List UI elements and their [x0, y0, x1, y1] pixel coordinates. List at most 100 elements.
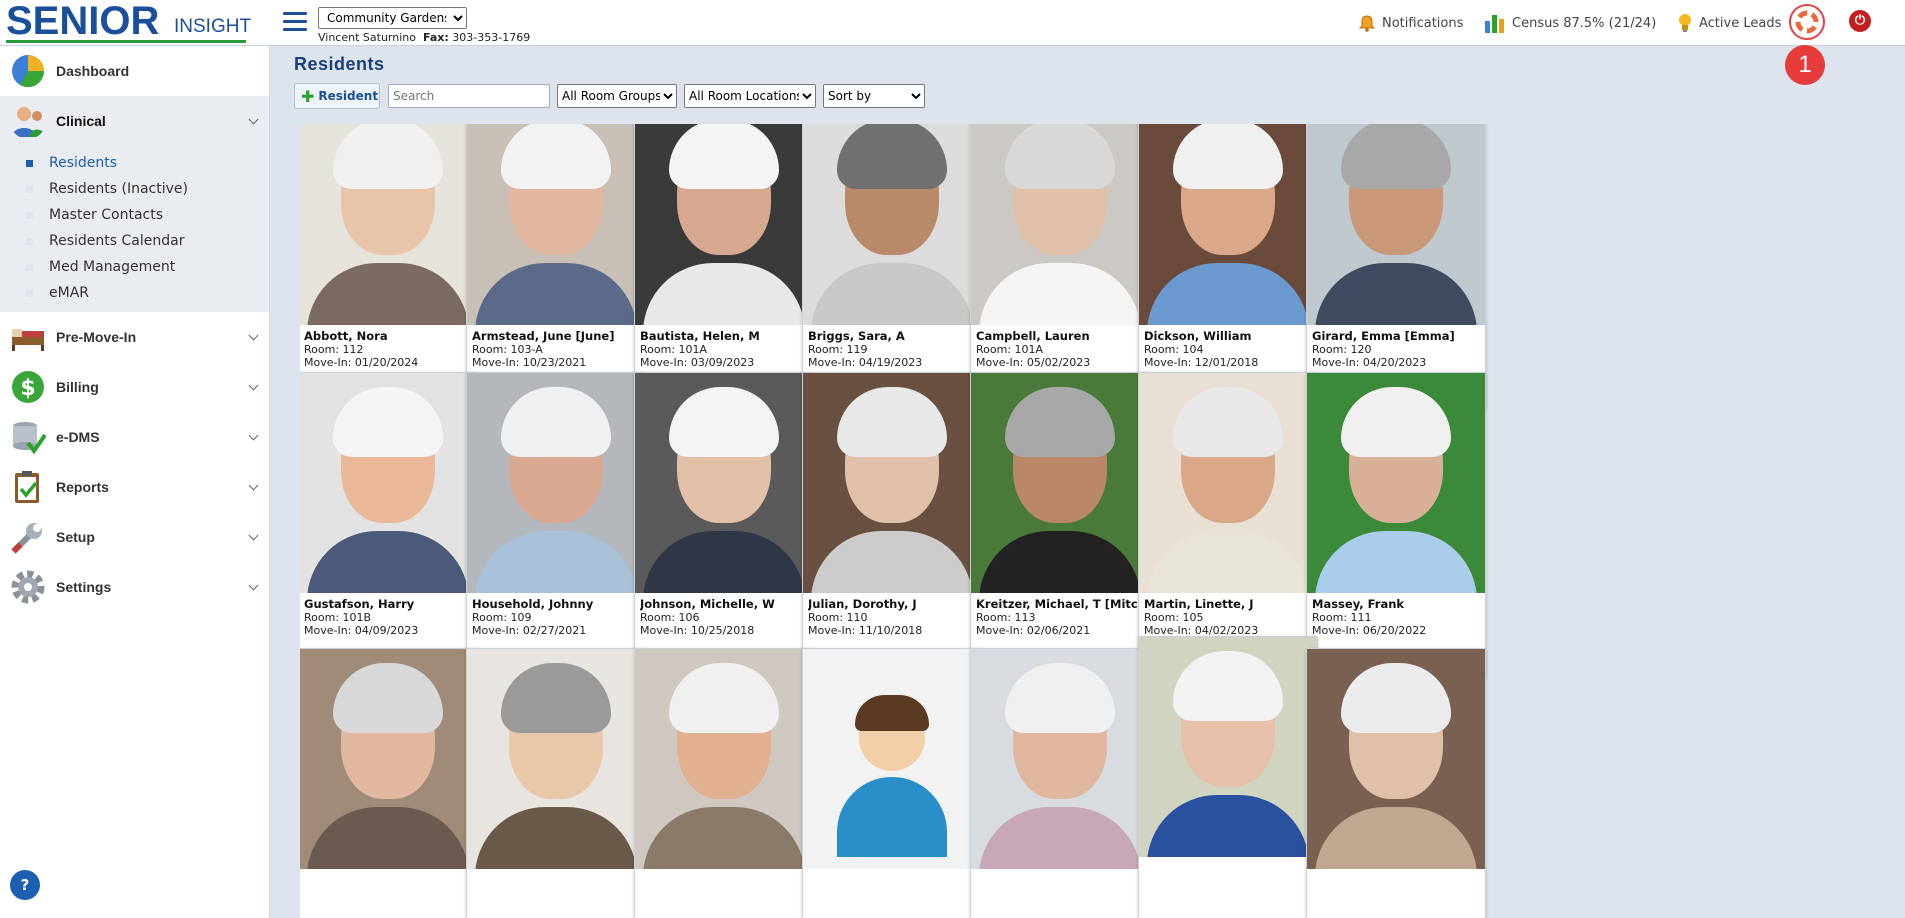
census-label: Census 87.5% (21/24): [1512, 15, 1657, 31]
sidebar-subitem-residents-inactive[interactable]: Residents (Inactive): [0, 176, 269, 202]
resident-info: Johnson, Michelle, W Room: 106 Move-In: 10…: [640, 597, 810, 637]
resident-card[interactable]: Kreitzer, Michael, T [Mitch] Room: 113 Mov…: [970, 372, 1150, 678]
resident-photo[interactable]: [1139, 124, 1317, 325]
sidebar-item-setup[interactable]: Setup: [0, 512, 269, 562]
resident-photo[interactable]: [467, 124, 645, 325]
sidebar-item-clinical[interactable]: Clinical: [0, 96, 269, 146]
chevron-down-icon: [248, 480, 259, 491]
sidebar-subitem-master-contacts[interactable]: Master Contacts: [0, 202, 269, 228]
resident-card[interactable]: Abbott, Nora Room: 112 Move-In: 01/20/2024: [300, 124, 478, 410]
resident-room: Room: 106: [640, 611, 700, 624]
search-input[interactable]: [388, 84, 550, 108]
residents-grid: Abbott, Nora Room: 112 Move-In: 01/20/2024…: [300, 124, 1720, 918]
resident-card[interactable]: Massey, Frank Room: 111 Move-In: 06/20/202…: [1306, 372, 1486, 678]
resident-card[interactable]: [802, 648, 982, 918]
resident-photo[interactable]: [1139, 637, 1317, 857]
sidebar-subitem-emar[interactable]: eMAR: [0, 280, 269, 306]
resident-name[interactable]: Kreitzer, Michael, T [Mitch]: [976, 597, 1146, 611]
resident-name[interactable]: Dickson, William: [1144, 329, 1314, 343]
resident-photo[interactable]: [971, 373, 1149, 593]
sidebar-subitem-residents-calendar[interactable]: Residents Calendar: [0, 228, 269, 254]
resident-room: Room: 101B: [304, 611, 372, 624]
resident-card[interactable]: [466, 648, 646, 918]
resident-name[interactable]: Household, Johnny: [472, 597, 642, 611]
resident-card[interactable]: [634, 648, 814, 918]
resident-photo[interactable]: [1139, 373, 1317, 593]
resident-photo[interactable]: [1307, 649, 1485, 869]
placeholder-avatar[interactable]: [803, 649, 981, 869]
resident-photo[interactable]: [803, 124, 981, 325]
resident-card[interactable]: [970, 648, 1150, 918]
sidebar-item-reports[interactable]: Reports: [0, 462, 269, 512]
resident-name[interactable]: Massey, Frank: [1312, 597, 1482, 611]
clipboard-check-icon: [15, 471, 39, 503]
active-leads-label: Active Leads: [1699, 15, 1782, 31]
resident-photo[interactable]: [467, 373, 645, 593]
add-resident-label: Resident: [318, 89, 379, 103]
resident-photo[interactable]: [300, 649, 477, 869]
resident-card[interactable]: [1138, 636, 1318, 918]
resident-name[interactable]: Martin, Linette, J: [1144, 597, 1314, 611]
resident-card[interactable]: [300, 648, 478, 918]
resident-photo[interactable]: [1307, 373, 1485, 593]
resident-name[interactable]: Johnson, Michelle, W: [640, 597, 810, 611]
sidebar-item-e-dms[interactable]: e-DMS: [0, 412, 269, 462]
resident-photo[interactable]: [300, 124, 477, 325]
resident-photo[interactable]: [635, 124, 813, 325]
resident-room: Room: 112: [304, 343, 364, 356]
resident-card[interactable]: Bautista, Helen, M Room: 101A Move-In: 03/…: [634, 124, 814, 410]
resident-photo[interactable]: [971, 649, 1149, 869]
resident-name[interactable]: Briggs, Sara, A: [808, 329, 978, 343]
resident-move-in: Move-In: 01/20/2024: [304, 356, 419, 369]
resident-card[interactable]: Johnson, Michelle, W Room: 106 Move-In: 10…: [634, 372, 814, 678]
resident-room: Room: 101A: [640, 343, 708, 356]
resident-name[interactable]: Abbott, Nora: [304, 329, 474, 343]
resident-card[interactable]: Armstead, June [June] Room: 103-A Move-In:…: [466, 124, 646, 410]
resident-photo[interactable]: [467, 649, 645, 869]
resident-card[interactable]: Dickson, William Room: 104 Move-In: 12/01/…: [1138, 124, 1318, 410]
sidebar-item-dashboard[interactable]: Dashboard: [0, 46, 269, 96]
resident-photo[interactable]: [803, 373, 981, 593]
resident-photo[interactable]: [1307, 124, 1485, 325]
room-groups-select[interactable]: All Room Groups: [557, 84, 677, 108]
sidebar-item-settings[interactable]: Settings: [0, 562, 269, 612]
logout-power-icon[interactable]: ⏻: [1849, 10, 1871, 32]
resident-name[interactable]: Girard, Emma [Emma]: [1312, 329, 1482, 343]
resident-photo[interactable]: [971, 124, 1149, 325]
resident-card[interactable]: Briggs, Sara, A Room: 119 Move-In: 04/19/2…: [802, 124, 982, 410]
resident-card[interactable]: Gustafson, Harry Room: 101B Move-In: 04/09…: [300, 372, 478, 678]
user-name: Vincent Saturnino: [318, 31, 416, 44]
resident-card[interactable]: [1306, 648, 1486, 918]
add-resident-button[interactable]: ✚ Resident: [294, 83, 380, 109]
sidebar-subitem-med-management[interactable]: Med Management: [0, 254, 269, 280]
room-locations-select[interactable]: All Room Locations: [684, 84, 816, 108]
resident-card[interactable]: Julian, Dorothy, J Room: 110 Move-In: 11/1…: [802, 372, 982, 678]
chevron-down-icon: [248, 114, 259, 125]
resident-photo[interactable]: [635, 649, 813, 869]
resident-name[interactable]: Armstead, June [June]: [472, 329, 642, 343]
active-leads-link[interactable]: Active Leads: [1677, 12, 1781, 34]
help-question-icon[interactable]: ?: [10, 870, 40, 900]
resident-card[interactable]: Campbell, Lauren Room: 101A Move-In: 05/02…: [970, 124, 1150, 410]
resident-name[interactable]: Gustafson, Harry: [304, 597, 474, 611]
hamburger-menu-icon[interactable]: [283, 12, 307, 32]
resident-photo[interactable]: [635, 373, 813, 593]
sidebar-subitem-residents[interactable]: Residents: [0, 150, 269, 176]
resident-card[interactable]: Martin, Linette, J Room: 105 Move-In: 04/0…: [1138, 372, 1318, 678]
notifications-link[interactable]: Notifications: [1358, 12, 1463, 34]
community-select[interactable]: Community Gardens: [318, 7, 467, 29]
resident-name[interactable]: Julian, Dorothy, J: [808, 597, 978, 611]
subitem-label: Med Management: [49, 259, 176, 275]
resident-photo[interactable]: [300, 373, 477, 593]
sidebar-item-billing[interactable]: $ Billing: [0, 362, 269, 412]
help-lifebuoy-icon[interactable]: [1789, 4, 1825, 40]
census-link[interactable]: Census 87.5% (21/24): [1484, 12, 1656, 34]
resident-name[interactable]: Campbell, Lauren: [976, 329, 1146, 343]
resident-name[interactable]: Bautista, Helen, M: [640, 329, 810, 343]
resident-card[interactable]: Household, Johnny Room: 109 Move-In: 02/27…: [466, 372, 646, 678]
resident-card[interactable]: Girard, Emma [Emma] Room: 120 Move-In: 04/…: [1306, 124, 1486, 410]
sidebar-item-pre-move-in[interactable]: Pre-Move-In: [0, 312, 269, 362]
sort-by-select[interactable]: Sort by: [823, 84, 925, 108]
resident-info: Massey, Frank Room: 111 Move-In: 06/20/202…: [1312, 597, 1482, 637]
resident-room: Room: 104: [1144, 343, 1204, 356]
